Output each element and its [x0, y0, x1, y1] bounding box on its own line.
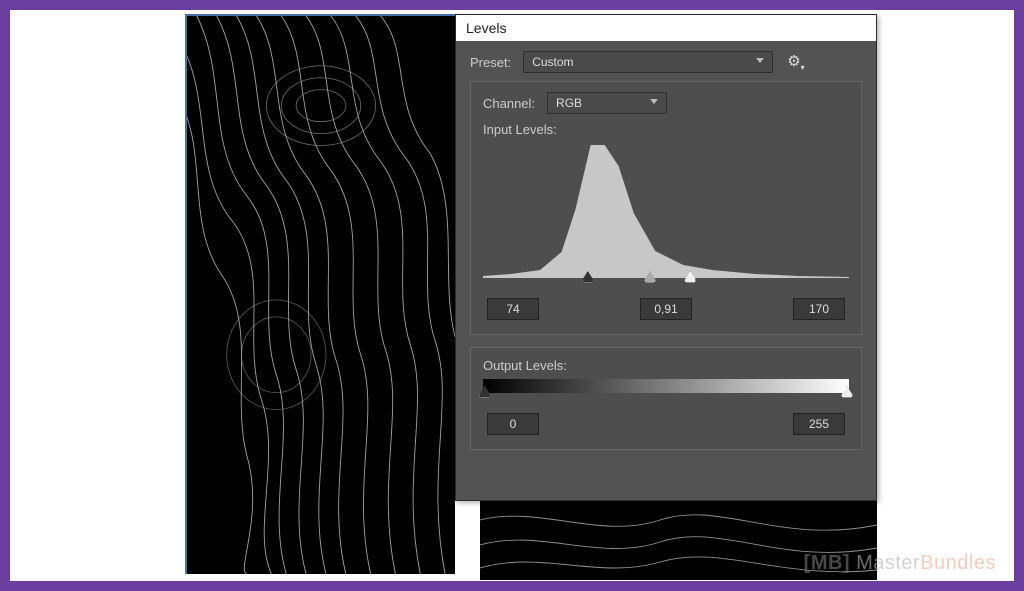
input-shadow-field[interactable]: 74	[487, 298, 539, 320]
histogram	[483, 143, 849, 278]
preset-label: Preset:	[470, 55, 511, 70]
chevron-down-icon	[756, 58, 764, 63]
chevron-down-icon	[650, 99, 658, 104]
document-canvas[interactable]	[185, 14, 455, 574]
channel-value: RGB	[556, 96, 582, 110]
output-high-field[interactable]: 255	[793, 413, 845, 435]
page-bg: Levels Preset: Custom ⚙▾ Channel: RGB	[10, 10, 1014, 581]
input-levels-label: Input Levels:	[483, 122, 849, 137]
watermark: [MB] MasterBundles	[804, 552, 996, 575]
input-values-row: 74 0,91 170	[483, 298, 849, 320]
watermark-text1: Master	[856, 552, 920, 574]
gear-icon[interactable]: ⚙▾	[787, 52, 804, 72]
output-low-field[interactable]: 0	[487, 413, 539, 435]
preset-select[interactable]: Custom	[523, 51, 773, 73]
preset-row: Preset: Custom ⚙▾	[470, 51, 862, 73]
output-gradient	[483, 379, 849, 393]
page-frame: Levels Preset: Custom ⚙▾ Channel: RGB	[0, 0, 1024, 591]
panel-body: Preset: Custom ⚙▾ Channel: RGB	[456, 41, 876, 460]
watermark-logo: [MB]	[804, 552, 850, 574]
channel-label: Channel:	[483, 96, 535, 111]
channel-input-box: Channel: RGB Input Levels:	[470, 81, 862, 335]
output-values-row: 0 255	[483, 413, 849, 435]
output-slider[interactable]	[483, 393, 849, 399]
panel-title: Levels	[456, 15, 876, 41]
output-box: Output Levels: 0 255	[470, 347, 862, 450]
wood-grain-texture	[187, 16, 455, 574]
output-levels-label: Output Levels:	[483, 358, 849, 373]
channel-row: Channel: RGB	[483, 92, 849, 114]
input-slider[interactable]	[483, 278, 849, 284]
input-highlight-field[interactable]: 170	[793, 298, 845, 320]
levels-panel: Levels Preset: Custom ⚙▾ Channel: RGB	[455, 14, 877, 501]
preset-value: Custom	[532, 55, 573, 69]
channel-select[interactable]: RGB	[547, 92, 667, 114]
input-mid-field[interactable]: 0,91	[640, 298, 692, 320]
watermark-text2: Bundles	[920, 552, 996, 574]
